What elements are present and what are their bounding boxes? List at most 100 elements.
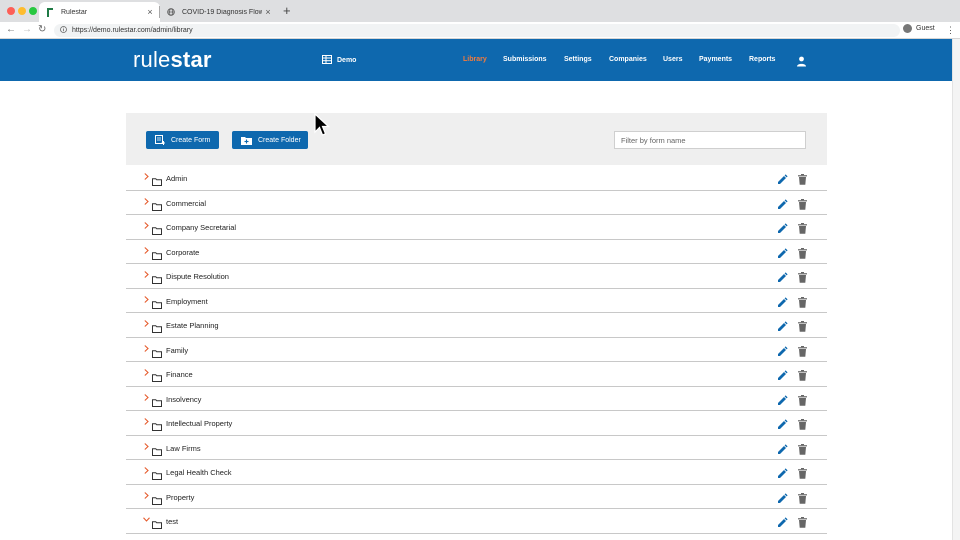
folder-name[interactable]: Legal Health Check bbox=[166, 468, 231, 477]
company-switcher[interactable]: Demo bbox=[322, 55, 356, 66]
folder-name[interactable]: Employment bbox=[166, 297, 208, 306]
trash-icon[interactable] bbox=[798, 172, 807, 190]
filter-forms-input[interactable] bbox=[614, 131, 806, 149]
edit-pencil-icon[interactable] bbox=[777, 221, 788, 239]
chevron-right-icon[interactable] bbox=[143, 197, 150, 207]
trash-icon[interactable] bbox=[798, 319, 807, 337]
edit-pencil-icon[interactable] bbox=[777, 491, 788, 509]
create-folder-button[interactable]: Create Folder bbox=[232, 131, 308, 149]
new-tab-button[interactable]: + bbox=[283, 4, 291, 18]
chevron-right-icon[interactable] bbox=[143, 344, 150, 354]
chevron-right-icon[interactable] bbox=[143, 295, 150, 305]
folder-name[interactable]: Family bbox=[166, 346, 188, 355]
chevron-right-icon[interactable] bbox=[143, 319, 150, 329]
edit-pencil-icon[interactable] bbox=[777, 344, 788, 362]
zoom-window-button[interactable] bbox=[29, 7, 37, 15]
edit-pencil-icon[interactable] bbox=[777, 417, 788, 435]
chevron-right-icon[interactable] bbox=[143, 172, 150, 182]
trash-icon[interactable] bbox=[798, 221, 807, 239]
chevron-right-icon[interactable] bbox=[143, 442, 150, 452]
folder-row[interactable]: Legal Health Check bbox=[126, 460, 827, 485]
folder-row[interactable]: Finance bbox=[126, 362, 827, 387]
folder-name[interactable]: Commercial bbox=[166, 199, 206, 208]
trash-icon[interactable] bbox=[798, 270, 807, 288]
edit-pencil-icon[interactable] bbox=[777, 393, 788, 411]
nav-companies[interactable]: Companies bbox=[609, 56, 647, 63]
profile-button[interactable]: Guest bbox=[903, 24, 935, 33]
chevron-right-icon[interactable] bbox=[143, 491, 150, 501]
page-scrollbar[interactable] bbox=[952, 39, 960, 540]
nav-payments[interactable]: Payments bbox=[699, 56, 732, 63]
trash-icon[interactable] bbox=[798, 197, 807, 215]
close-tab-icon[interactable]: × bbox=[144, 7, 156, 17]
nav-reports[interactable]: Reports bbox=[749, 56, 775, 63]
chevron-down-icon[interactable] bbox=[143, 515, 150, 525]
folder-row[interactable]: Company Secretarial bbox=[126, 215, 827, 240]
folder-name[interactable]: test bbox=[166, 517, 178, 526]
folder-row[interactable]: Commercial bbox=[126, 190, 827, 215]
edit-pencil-icon[interactable] bbox=[777, 515, 788, 533]
chevron-right-icon[interactable] bbox=[143, 466, 150, 476]
create-form-button[interactable]: Create Form bbox=[146, 131, 219, 149]
folder-row[interactable]: Family bbox=[126, 337, 827, 362]
folder-row[interactable]: Property bbox=[126, 484, 827, 509]
chevron-right-icon[interactable] bbox=[143, 417, 150, 427]
nav-settings[interactable]: Settings bbox=[564, 56, 592, 63]
folder-name[interactable]: Insolvency bbox=[166, 395, 201, 404]
folder-name[interactable]: Company Secretarial bbox=[166, 223, 236, 232]
browser-tab-covid[interactable]: COVID-19 Diagnosis Flowchart × bbox=[160, 2, 278, 22]
edit-pencil-icon[interactable] bbox=[777, 270, 788, 288]
minimize-window-button[interactable] bbox=[18, 7, 26, 15]
rulestar-logo[interactable]: rulestar bbox=[133, 47, 212, 73]
trash-icon[interactable] bbox=[798, 466, 807, 484]
folder-name[interactable]: Corporate bbox=[166, 248, 199, 257]
folder-row[interactable]: test bbox=[126, 509, 827, 534]
edit-pencil-icon[interactable] bbox=[777, 246, 788, 264]
edit-pencil-icon[interactable] bbox=[777, 172, 788, 190]
folder-name[interactable]: Dispute Resolution bbox=[166, 272, 229, 281]
nav-library[interactable]: Library bbox=[463, 56, 487, 63]
folder-row[interactable]: Corporate bbox=[126, 239, 827, 264]
browser-menu-icon[interactable]: ⋮ bbox=[946, 24, 955, 36]
chevron-right-icon[interactable] bbox=[143, 246, 150, 256]
trash-icon[interactable] bbox=[798, 515, 807, 533]
trash-icon[interactable] bbox=[798, 393, 807, 411]
forward-arrow-icon[interactable]: → bbox=[22, 23, 32, 37]
close-tab-icon[interactable]: × bbox=[262, 7, 274, 17]
folder-row[interactable]: Law Firms bbox=[126, 435, 827, 460]
folder-name[interactable]: Admin bbox=[166, 174, 187, 183]
chevron-right-icon[interactable] bbox=[143, 368, 150, 378]
edit-pencil-icon[interactable] bbox=[777, 466, 788, 484]
user-account-icon[interactable] bbox=[796, 54, 807, 72]
trash-icon[interactable] bbox=[798, 246, 807, 264]
folder-row[interactable]: Admin bbox=[126, 166, 827, 191]
folder-name[interactable]: Law Firms bbox=[166, 444, 201, 453]
chevron-right-icon[interactable] bbox=[143, 393, 150, 403]
reload-icon[interactable]: ↻ bbox=[38, 23, 46, 37]
trash-icon[interactable] bbox=[798, 368, 807, 386]
nav-users[interactable]: Users bbox=[663, 56, 682, 63]
folder-row[interactable]: Employment bbox=[126, 288, 827, 313]
folder-name[interactable]: Estate Planning bbox=[166, 321, 219, 330]
browser-tab-rulestar[interactable]: Rulestar × bbox=[39, 2, 160, 22]
info-icon[interactable] bbox=[60, 26, 67, 35]
trash-icon[interactable] bbox=[798, 344, 807, 362]
trash-icon[interactable] bbox=[798, 442, 807, 460]
folder-name[interactable]: Intellectual Property bbox=[166, 419, 232, 428]
trash-icon[interactable] bbox=[798, 295, 807, 313]
folder-row[interactable]: Intellectual Property bbox=[126, 411, 827, 436]
address-bar[interactable]: https://demo.rulestar.com/admin/library bbox=[54, 24, 900, 37]
nav-submissions[interactable]: Submissions bbox=[503, 56, 547, 63]
chevron-right-icon[interactable] bbox=[143, 221, 150, 231]
back-arrow-icon[interactable]: ← bbox=[6, 23, 16, 37]
folder-row[interactable]: Insolvency bbox=[126, 386, 827, 411]
edit-pencil-icon[interactable] bbox=[777, 319, 788, 337]
folder-name[interactable]: Finance bbox=[166, 370, 193, 379]
edit-pencil-icon[interactable] bbox=[777, 368, 788, 386]
trash-icon[interactable] bbox=[798, 417, 807, 435]
edit-pencil-icon[interactable] bbox=[777, 442, 788, 460]
edit-pencil-icon[interactable] bbox=[777, 295, 788, 313]
edit-pencil-icon[interactable] bbox=[777, 197, 788, 215]
folder-name[interactable]: Property bbox=[166, 493, 194, 502]
folder-row[interactable]: Dispute Resolution bbox=[126, 264, 827, 289]
